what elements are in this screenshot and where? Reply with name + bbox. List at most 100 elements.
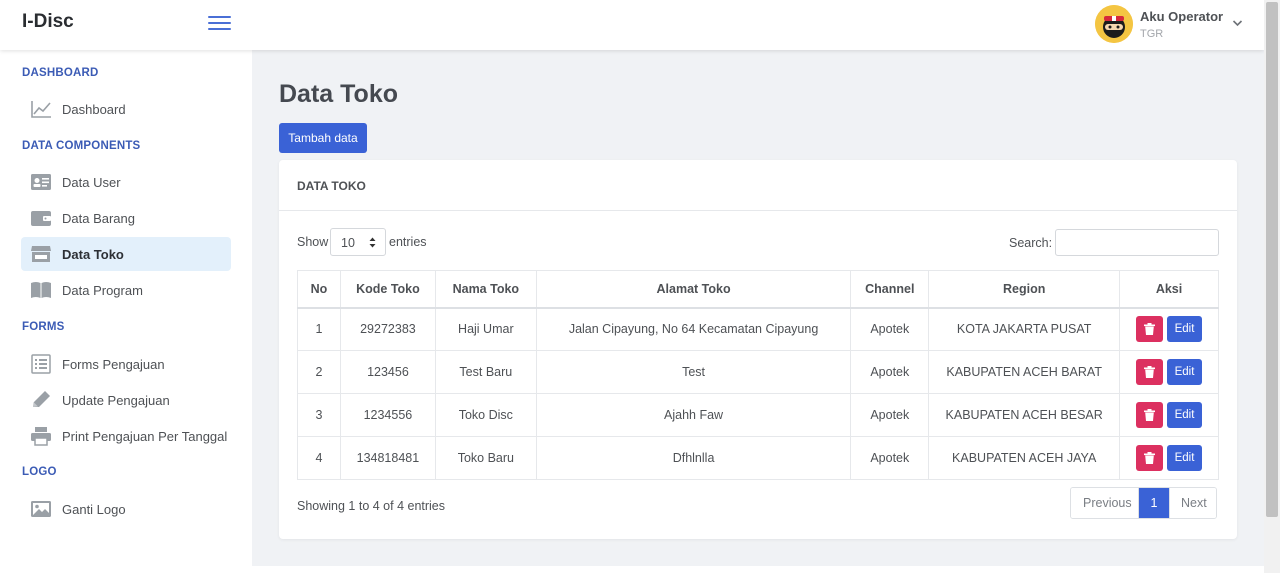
cell-no: 1	[297, 307, 341, 351]
form-icon	[31, 354, 51, 374]
avatar	[1095, 5, 1133, 43]
chevron-down-icon	[1232, 20, 1243, 27]
pagination-next[interactable]: Next	[1169, 488, 1216, 518]
sidebar-item-label: Dashboard	[62, 102, 126, 117]
select-arrows-icon	[369, 237, 376, 248]
cell-region: KABUPATEN ACEH BARAT	[928, 350, 1121, 394]
cell-nama-toko: Toko Baru	[434, 436, 537, 480]
top-navbar: I-Disc Aku Operator TGR	[0, 0, 1264, 50]
add-data-button[interactable]: Tambah data	[279, 123, 367, 153]
column-header-kode-toko[interactable]: Kode Toko	[339, 270, 436, 309]
sidebar-item-label: Data Barang	[62, 211, 135, 226]
cell-no: 3	[297, 393, 341, 437]
sidebar-item-print-pengajuan[interactable]: Print Pengajuan Per Tanggal	[21, 419, 231, 453]
entries-label: entries	[389, 235, 427, 249]
cell-no: 2	[297, 350, 341, 394]
cell-channel: Apotek	[850, 393, 930, 437]
edit-button[interactable]: Edit	[1167, 359, 1203, 385]
book-open-icon	[31, 282, 51, 298]
id-card-icon	[31, 174, 51, 190]
column-header-nama-toko[interactable]: Nama Toko	[434, 270, 537, 309]
cell-no: 4	[297, 436, 341, 480]
show-label: Show	[297, 235, 329, 249]
pagination-previous[interactable]: Previous	[1071, 488, 1139, 518]
sidebar-item-label: Print Pengajuan Per Tanggal	[62, 429, 228, 444]
cell-aksi: Edit	[1119, 307, 1219, 351]
sidebar-item-dashboard[interactable]: Dashboard	[21, 92, 231, 126]
cell-region: KABUPATEN ACEH JAYA	[928, 436, 1121, 480]
entries-select[interactable]: 10	[330, 228, 386, 256]
cell-alamat-toko: Jalan Cipayung, No 64 Kecamatan Cipayung	[535, 307, 852, 351]
sidebar-item-label: Update Pengajuan	[62, 393, 170, 408]
table-info: Showing 1 to 4 of 4 entries	[297, 499, 446, 513]
table-row: 2 123456 Test Baru Test Apotek KABUPATEN…	[297, 350, 1219, 394]
edit-button[interactable]: Edit	[1167, 316, 1203, 343]
sidebar-item-label: Data Program	[62, 283, 143, 298]
sidebar-header-dashboard: DASHBOARD	[22, 67, 99, 79]
trash-icon	[1144, 409, 1156, 421]
cell-aksi: Edit	[1119, 393, 1219, 437]
trash-icon	[1144, 323, 1156, 336]
chart-line-icon	[31, 101, 51, 118]
column-header-channel[interactable]: Channel	[850, 270, 930, 309]
table-row: 3 1234556 Toko Disc Ajahh Faw Apotek KAB…	[297, 393, 1219, 437]
sidebar-item-label: Data Toko	[62, 247, 124, 262]
sidebar-item-data-user[interactable]: Data User	[21, 165, 231, 199]
delete-button[interactable]	[1136, 359, 1164, 385]
cell-kode-toko: 123456	[339, 350, 436, 394]
cell-channel: Apotek	[850, 307, 930, 351]
sidebar-item-label: Forms Pengajuan	[62, 357, 165, 372]
search-input[interactable]	[1055, 229, 1219, 256]
cell-region: KOTA JAKARTA PUSAT	[928, 307, 1121, 351]
table-row: 1 29272383 Haji Umar Jalan Cipayung, No …	[297, 307, 1219, 351]
card-title: DATA TOKO	[297, 179, 366, 193]
brand-logo[interactable]: I-Disc	[22, 11, 74, 33]
sidebar-item-data-toko[interactable]: Data Toko	[21, 237, 231, 271]
sidebar-header-forms: FORMS	[22, 321, 65, 333]
cell-channel: Apotek	[850, 350, 930, 394]
cell-nama-toko: Toko Disc	[434, 393, 537, 437]
sidebar-item-data-program[interactable]: Data Program	[21, 273, 231, 307]
column-header-no[interactable]: No	[297, 270, 341, 309]
user-role: TGR	[1140, 28, 1164, 40]
delete-button[interactable]	[1136, 445, 1164, 471]
pagination-page-1[interactable]: 1	[1139, 488, 1169, 518]
edit-button[interactable]: Edit	[1167, 402, 1203, 428]
sidebar-item-label: Data User	[62, 175, 121, 190]
cell-channel: Apotek	[850, 436, 930, 480]
trash-icon	[1144, 366, 1156, 378]
image-icon	[31, 501, 51, 517]
sidebar-header-logo: LOGO	[22, 466, 57, 478]
sidebar-item-update-pengajuan[interactable]: Update Pengajuan	[21, 383, 231, 417]
edit-button[interactable]: Edit	[1167, 445, 1203, 471]
hamburger-menu-icon[interactable]	[208, 15, 231, 31]
cell-kode-toko: 1234556	[339, 393, 436, 437]
cell-alamat-toko: Dfhlnlla	[535, 436, 852, 480]
column-header-aksi[interactable]: Aksi	[1119, 270, 1219, 309]
table-header-row: No Kode Toko Nama Toko Alamat Toko Chann…	[297, 270, 1219, 309]
sidebar-item-ganti-logo[interactable]: Ganti Logo	[21, 492, 231, 526]
store-icon	[31, 246, 51, 262]
cell-nama-toko: Haji Umar	[434, 307, 537, 351]
cell-kode-toko: 134818481	[339, 436, 436, 480]
sidebar-item-forms-pengajuan[interactable]: Forms Pengajuan	[21, 347, 231, 381]
scrollbar-thumb[interactable]	[1266, 2, 1278, 517]
scrollbar[interactable]	[1264, 0, 1280, 573]
sidebar: DASHBOARD Dashboard DATA COMPONENTS Data…	[0, 50, 252, 573]
user-name: Aku Operator	[1140, 9, 1224, 24]
pagination: Previous 1 Next	[1070, 487, 1217, 519]
sidebar-header-data-components: DATA COMPONENTS	[22, 140, 141, 152]
trash-icon	[1144, 452, 1156, 464]
column-header-region[interactable]: Region	[928, 270, 1121, 309]
footer	[252, 566, 1264, 573]
wallet-icon	[31, 211, 51, 226]
cell-nama-toko: Test Baru	[434, 350, 537, 394]
table-row: 4 134818481 Toko Baru Dfhlnlla Apotek KA…	[297, 436, 1219, 480]
column-header-alamat-toko[interactable]: Alamat Toko	[535, 270, 852, 309]
sidebar-item-data-barang[interactable]: Data Barang	[21, 201, 231, 235]
cell-aksi: Edit	[1119, 436, 1219, 480]
delete-button[interactable]	[1136, 402, 1164, 428]
cell-alamat-toko: Test	[535, 350, 852, 394]
delete-button[interactable]	[1136, 316, 1164, 343]
search-label: Search:	[1009, 236, 1053, 250]
